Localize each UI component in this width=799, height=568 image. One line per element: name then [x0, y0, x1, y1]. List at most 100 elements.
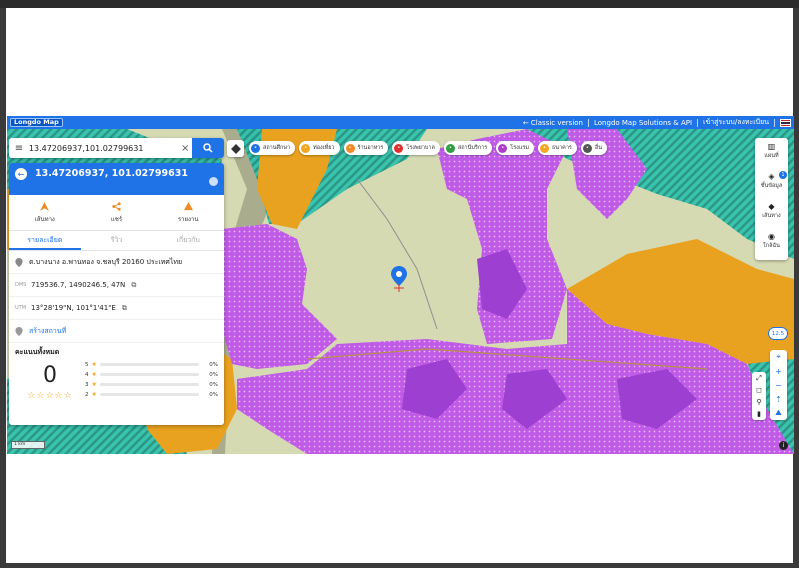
zoom-out-button[interactable]: −: [775, 378, 782, 392]
terrain-icon[interactable]: ⛰: [775, 406, 782, 420]
travel-icon: •: [301, 143, 311, 153]
panel-tabs: รายละเอียด รีวิว เกี่ยวกับ: [9, 231, 224, 251]
utm-row: UTM 13°28'19"N, 101°1'41"E ⧉: [9, 297, 224, 320]
scale-bar: 1 km: [11, 441, 45, 449]
north-arrow-icon[interactable]: ⇡: [775, 392, 782, 406]
chip-7[interactable]: • อื่น: [580, 141, 607, 155]
measure-icon[interactable]: ⤢: [756, 372, 762, 384]
place-panel: ← 13.47206937, 101.02799631 เส้นทาง แชร์…: [9, 163, 224, 425]
create-place-row[interactable]: สร้างสถานที่: [9, 320, 224, 343]
route-button[interactable]: ◆ เส้นทาง: [762, 202, 780, 228]
chip-5[interactable]: • โรงแรม: [496, 141, 534, 155]
chip-label: โรงแรม: [510, 145, 529, 151]
add-place-icon: [15, 326, 23, 336]
category-chips: • สถานศึกษา • ท่องเที่ยว • ร้านอาหาร • โรงพยาบา…: [249, 141, 607, 155]
copy-icon[interactable]: ⧉: [131, 281, 136, 290]
rating-star-count: 2: [85, 391, 89, 398]
chip-label: โรงพยาบาล: [406, 145, 435, 151]
share-icon: [112, 201, 121, 211]
route-icon: [40, 201, 50, 211]
copy-icon[interactable]: ⧉: [122, 304, 127, 313]
rating-bar-track: [99, 373, 199, 376]
panel-header: ← 13.47206937, 101.02799631: [9, 163, 224, 195]
tab-about[interactable]: เกี่ยวกับ: [152, 231, 224, 250]
star-icon: ★: [91, 391, 97, 398]
map-type-label: แผนที่: [764, 153, 779, 159]
dms-row: DMS 719536.7, 1490246.5, 47N ⧉: [9, 274, 224, 297]
top-links: ← Classic version Longdo Map Solutions &…: [523, 117, 794, 128]
chip-3[interactable]: • โรงพยาบาล: [392, 141, 440, 155]
chip-4[interactable]: • สถานีบริการ: [443, 141, 493, 155]
back-arrow-icon[interactable]: ←: [15, 168, 27, 180]
gas-station-icon: •: [445, 143, 455, 153]
divider: [697, 118, 699, 127]
route-action[interactable]: เส้นทาง: [9, 195, 81, 230]
ratings-section: คะแนนทั้งหมด 0 ☆☆☆☆☆ 5 ★ 0% 4 ★ 0% 3 ★ 0% 2 ★ 0%: [9, 343, 224, 405]
language-flag-icon[interactable]: [780, 118, 791, 127]
chip-0[interactable]: • สถานศึกษา: [249, 141, 296, 155]
nearby-icon: ◉: [768, 232, 775, 241]
address-row: ต.บางนาง อ.พานทอง จ.ชลบุรี 20160 ประเทศไ…: [9, 251, 224, 274]
create-place-link[interactable]: สร้างสถานที่: [29, 326, 66, 337]
rating-bar-track: [99, 383, 199, 386]
close-icon[interactable]: ×: [178, 143, 192, 154]
map-type-button[interactable]: ▥ แผนที่: [764, 142, 778, 168]
chip-label: อื่น: [594, 145, 602, 151]
rating-bar-row: 5 ★ 0%: [85, 361, 218, 368]
address-text: ต.บางนาง อ.พานทอง จ.ชลบุรี 20160 ประเทศไ…: [29, 257, 183, 266]
chip-2[interactable]: • ร้านอาหาร: [343, 141, 389, 155]
rating-bars: 5 ★ 0% 4 ★ 0% 3 ★ 0% 2 ★ 0%: [85, 361, 218, 401]
map-icon: ▥: [767, 142, 776, 151]
classic-version-link[interactable]: ← Classic version: [523, 119, 583, 127]
trash-icon[interactable]: ▮: [757, 408, 761, 420]
chip-label: ท่องเที่ยว: [313, 145, 335, 151]
divider: [588, 118, 589, 127]
info-icon[interactable]: i: [779, 441, 788, 450]
zoom-level-indicator[interactable]: 12.5: [768, 327, 788, 340]
rating-percent: 0%: [209, 371, 218, 378]
route-label: เส้นทาง: [34, 215, 55, 223]
search-input[interactable]: [28, 143, 179, 153]
options-icon[interactable]: [209, 177, 218, 186]
report-action[interactable]: รายงาน: [152, 195, 224, 230]
nearby-button[interactable]: ◉ ใกล้ฉัน: [763, 232, 780, 258]
search-icon: [203, 143, 213, 153]
chip-1[interactable]: • ท่องเที่ยว: [299, 141, 340, 155]
zoom-in-button[interactable]: +: [775, 364, 782, 378]
compass-icon[interactable]: ⌖: [776, 350, 781, 364]
share-action[interactable]: แชร์: [81, 195, 153, 230]
rating-star-count: 3: [85, 381, 89, 388]
share-label: แชร์: [110, 215, 123, 223]
rating-bar-row: 3 ★ 0%: [85, 381, 218, 388]
directions-button[interactable]: [227, 140, 244, 157]
restaurant-icon: •: [345, 143, 355, 153]
marker-icon[interactable]: ⚲: [756, 396, 761, 408]
chip-label: สถานีบริการ: [457, 145, 488, 151]
direction-icon: [230, 143, 241, 154]
tab-details[interactable]: รายละเอียด: [9, 231, 81, 250]
ratings-title: คะแนนทั้งหมด: [15, 348, 60, 356]
bank-icon: •: [539, 143, 549, 153]
warning-icon: [183, 201, 193, 210]
area-icon[interactable]: ◻: [756, 384, 762, 396]
chip-6[interactable]: • ธนาคาร: [537, 141, 577, 155]
layers-badge: 1: [779, 171, 787, 179]
menu-icon[interactable]: ≡: [9, 143, 29, 154]
search-button[interactable]: [192, 138, 225, 158]
school-icon: •: [251, 143, 260, 153]
rating-bar-track: [99, 363, 199, 366]
layers-label: ชั้นข้อมูล: [760, 183, 783, 189]
layers-icon: ◈: [768, 172, 775, 181]
rating-bar-row: 4 ★ 0%: [85, 371, 218, 378]
panel-title: 13.47206937, 101.02799631: [35, 168, 188, 179]
draw-tools: ⤢ ◻ ⚲ ▮: [752, 372, 766, 420]
chip-label: สถานศึกษา: [263, 145, 291, 151]
login-link[interactable]: เข้าสู่ระบบ/ลงทะเบียน: [703, 117, 769, 128]
rating-bar-track: [99, 393, 199, 396]
route-button-label: เส้นทาง: [762, 213, 781, 219]
rating-stars[interactable]: ☆☆☆☆☆: [27, 391, 72, 401]
tab-reviews[interactable]: รีวิว: [81, 231, 153, 250]
solutions-link[interactable]: Longdo Map Solutions & API: [594, 119, 692, 127]
longdo-logo[interactable]: Longdo Map: [10, 118, 63, 127]
dms-label: DMS: [15, 282, 27, 288]
